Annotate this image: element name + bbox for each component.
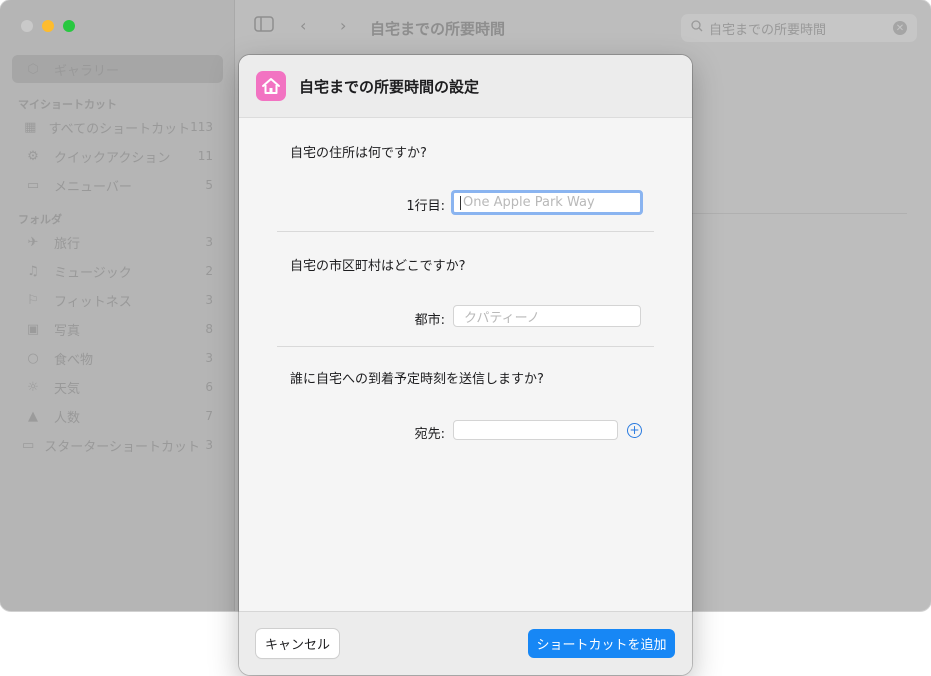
question-city: 自宅の市区町村はどこですか? (290, 259, 466, 274)
sidebar-item-label: すべてのショートカット (48, 121, 191, 137)
sidebar-item-label: フィットネス (54, 294, 132, 310)
address-line1-field[interactable]: One Apple Park Way (451, 190, 643, 215)
sidebar-item-label: 写真 (54, 323, 81, 339)
sheet-header: 自宅までの所要時間の設定 (239, 55, 692, 118)
sidebar: ⬡ ギャラリー マイショートカット ▦ すべてのショートカット 113 ⚙ クイ… (0, 0, 235, 611)
city-field[interactable]: クパティーノ (453, 305, 641, 327)
sidebar-section-header: マイショートカット (18, 98, 117, 111)
sidebar-item-label: クイックアクション (54, 150, 171, 166)
close-window-button[interactable] (21, 20, 33, 32)
add-shortcut-button[interactable]: ショートカットを追加 (528, 629, 675, 658)
sidebar-item-weather[interactable]: ☼ 天気 6 (12, 373, 223, 401)
sheet-footer: キャンセル ショートカットを追加 (239, 611, 692, 675)
sidebar-item-people[interactable]: ▲ 人数 7 (12, 402, 223, 430)
running-figure-icon: ⚐ (27, 292, 39, 308)
sheet-title: 自宅までの所要時間の設定 (299, 78, 480, 96)
field-label-city: 都市: (414, 313, 445, 328)
music-note-icon: ♫ (27, 263, 39, 279)
window-title: 自宅までの所要時間 (370, 20, 506, 38)
forward-chevron-icon[interactable]: › (340, 16, 346, 35)
search-text: 自宅までの所要時間 (709, 22, 827, 38)
sidebar-item-food[interactable]: ○ 食べ物 3 (12, 344, 223, 372)
grid-icon: ▦ (24, 119, 37, 135)
sidebar-item-label: ミュージック (54, 265, 132, 281)
section-divider (277, 346, 654, 347)
gear-icon: ⚙ (27, 148, 39, 164)
sidebar-item-music[interactable]: ♫ ミュージック 2 (12, 257, 223, 285)
sidebar-item-count: 11 (197, 149, 213, 163)
sheet-body: 自宅の住所は何ですか? 1行目: One Apple Park Way 自宅の市… (239, 118, 692, 611)
sidebar-item-count: 3 (205, 351, 213, 365)
back-chevron-icon[interactable]: ‹ (300, 16, 306, 35)
airplane-icon: ✈ (27, 234, 39, 250)
minimize-window-button[interactable] (42, 20, 54, 32)
clear-search-icon[interactable]: ✕ (893, 21, 907, 35)
address-line1-placeholder: One Apple Park Way (463, 195, 595, 210)
sidebar-item-starter-shortcuts[interactable]: ▭ スターターショートカット 3 (12, 431, 223, 459)
sidebar-item-label: 食べ物 (54, 352, 94, 368)
person-icon: ▲ (28, 408, 38, 424)
sidebar-item-count: 6 (205, 380, 213, 394)
sidebar-item-count: 7 (205, 409, 213, 423)
sidebar-item-label: 旅行 (54, 236, 81, 252)
sidebar-item-photos[interactable]: ▣ 写真 8 (12, 315, 223, 343)
add-recipient-plus-icon[interactable]: + (627, 423, 642, 438)
sidebar-item-quick-actions[interactable]: ⚙ クイックアクション 11 (12, 142, 223, 170)
sidebar-item-travel[interactable]: ✈ 旅行 3 (12, 228, 223, 256)
folder-icon: ▭ (22, 437, 35, 453)
sidebar-item-menu-bar[interactable]: ▭ メニューバー 5 (12, 171, 223, 199)
house-icon (256, 71, 286, 101)
gallery-icon: ⬡ (27, 61, 39, 77)
sidebar-item-count: 2 (205, 264, 213, 278)
city-placeholder: クパティーノ (464, 310, 540, 326)
sidebar-item-count: 8 (205, 322, 213, 336)
content-divider (692, 213, 907, 214)
camera-icon: ▣ (26, 321, 40, 337)
sidebar-item-count: 113 (190, 120, 213, 134)
text-caret (460, 195, 461, 210)
sidebar-item-label: メニューバー (54, 179, 132, 195)
setup-sheet: 自宅までの所要時間の設定 自宅の住所は何ですか? 1行目: One Apple … (239, 55, 692, 675)
sidebar-item-count: 3 (205, 235, 213, 249)
section-divider (277, 231, 654, 232)
sidebar-item-all-shortcuts[interactable]: ▦ すべてのショートカット 113 (12, 113, 223, 141)
sidebar-item-gallery[interactable]: ⬡ ギャラリー (12, 55, 223, 83)
question-recipient: 誰に自宅への到着予定時刻を送信しますか? (290, 372, 544, 387)
field-label-line1: 1行目: (406, 199, 445, 214)
cancel-button[interactable]: キャンセル (256, 629, 339, 658)
circle-icon: ○ (27, 350, 39, 366)
sun-icon: ☼ (27, 379, 39, 395)
sidebar-item-fitness[interactable]: ⚐ フィットネス 3 (12, 286, 223, 314)
sidebar-item-label: スターターショートカット (44, 439, 201, 455)
recipient-field[interactable] (453, 420, 618, 440)
sidebar-item-label: 天気 (54, 381, 81, 397)
sidebar-item-label: 人数 (54, 410, 81, 426)
sidebar-item-count: 5 (205, 178, 213, 192)
zoom-window-button[interactable] (63, 20, 75, 32)
search-icon (691, 20, 703, 36)
sidebar-item-count: 3 (205, 438, 213, 452)
field-label-recipient: 宛先: (414, 427, 445, 442)
search-input[interactable]: 自宅までの所要時間 ✕ (681, 14, 917, 42)
sidebar-toggle-icon[interactable] (254, 16, 274, 36)
sidebar-section-header: フォルダ (18, 213, 62, 226)
sidebar-item-count: 3 (205, 293, 213, 307)
menubar-icon: ▭ (26, 177, 40, 193)
sidebar-item-label: ギャラリー (54, 63, 120, 79)
question-address: 自宅の住所は何ですか? (290, 146, 427, 161)
